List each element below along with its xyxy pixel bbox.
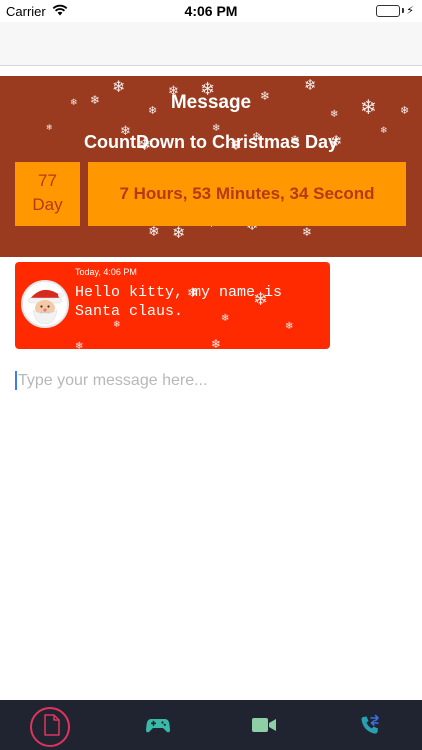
snowflake-icon: ❄ <box>172 225 186 242</box>
countdown-subtitle: CountDown to Christmas Day <box>83 132 338 152</box>
snowflake-icon: ❄ <box>113 319 121 329</box>
snowflake-icon: ❄ <box>46 123 53 132</box>
page-title: Message <box>170 92 252 113</box>
message-composer[interactable] <box>15 368 407 394</box>
snowflake-icon: ❄ <box>148 223 160 239</box>
time-remaining-box: 7 Hours, 53 Minutes, 34 Second <box>88 162 406 226</box>
snowflake-icon: ❄ <box>211 337 222 349</box>
tab-calls[interactable] <box>348 707 392 747</box>
message-text: Hello kitty, my name is Santa claus. <box>75 284 283 320</box>
message-bubble[interactable]: ❄ ❄ ❄ ❄ ❄ ❄ ❄ Today, 4:06 PM Hello kitty, my n… <box>15 262 330 349</box>
snowflake-icon: ❄ <box>285 321 294 332</box>
gamepad-icon <box>146 717 170 738</box>
tab-bar <box>0 700 422 750</box>
battery-indicator: ⚡ <box>376 4 414 17</box>
phone-transfer-icon <box>359 714 381 741</box>
status-bar: Carrier 4:06 PM ⚡ <box>0 0 422 22</box>
time-remaining-value: 7 Hours, 53 Minutes, 34 Second <box>119 184 375 203</box>
countdown-banner: ❄❄❄❄❄❄❄❄❄❄❄❄❄❄❄❄❄❄❄❄❄❄❄❄❄❄❄❄❄❄❄ Message … <box>0 76 422 257</box>
snowflake-icon: ❄ <box>302 225 313 239</box>
tab-video[interactable] <box>242 707 286 747</box>
snowflake-icon: ❄ <box>75 341 84 350</box>
active-tab-indicator <box>30 707 70 747</box>
battery-icon <box>376 4 401 17</box>
days-remaining-box: 77 Day <box>15 162 80 226</box>
text-caret <box>15 371 17 390</box>
days-remaining-label: Day <box>32 195 63 214</box>
tab-document[interactable] <box>30 707 74 747</box>
navigation-bar <box>0 22 422 66</box>
santa-claus-avatar <box>21 280 69 328</box>
video-camera-icon <box>251 717 277 738</box>
snowflake-icon: ❄ <box>304 77 317 94</box>
status-time: 4:06 PM <box>184 3 238 19</box>
days-remaining-value: 77 <box>38 171 57 190</box>
tab-games[interactable] <box>136 707 180 747</box>
charging-bolt-icon: ⚡ <box>406 5 414 17</box>
message-timestamp: Today, 4:06 PM <box>75 267 137 277</box>
message-input[interactable] <box>18 368 407 394</box>
